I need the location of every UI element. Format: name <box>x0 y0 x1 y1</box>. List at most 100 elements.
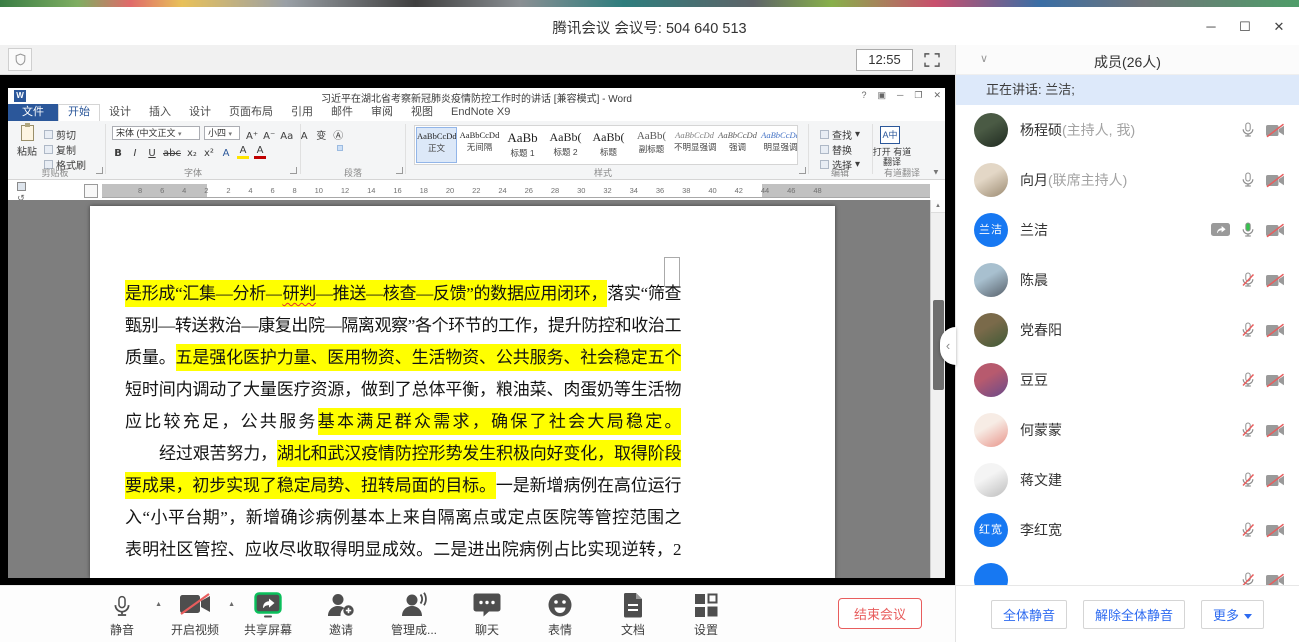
bold-icon[interactable]: B <box>112 148 124 159</box>
settings-button[interactable]: 设置 <box>682 592 730 638</box>
close-icon[interactable]: ✕ <box>1269 17 1289 37</box>
maximize-icon[interactable]: ☐ <box>1235 17 1255 37</box>
camera-off-icon[interactable] <box>1265 573 1285 586</box>
strikethrough-icon[interactable]: abc <box>163 148 181 159</box>
microphone-button[interactable]: 静音▲ <box>98 592 146 638</box>
emoji-button[interactable]: 表情 <box>536 592 584 638</box>
member-row[interactable]: 何蒙蒙 <box>956 405 1299 455</box>
mute-all-button[interactable]: 全体静音 <box>991 600 1067 629</box>
member-row[interactable]: 党春阳 <box>956 305 1299 355</box>
end-meeting-button[interactable]: 结束会议 <box>838 598 922 629</box>
horizontal-ruler[interactable]: 8642246810121416182022242628303234363840… <box>102 184 930 198</box>
word-tab-2[interactable]: 设计 <box>100 104 140 121</box>
grow-font-icon[interactable]: A⁺ <box>246 131 258 142</box>
style-item[interactable]: AaBbCcDd无间隔 <box>459 127 500 163</box>
member-row[interactable]: 向月(联席主持人) <box>956 155 1299 205</box>
multilevel-list-icon[interactable] <box>328 127 332 131</box>
borders-icon[interactable] <box>375 146 379 150</box>
style-item[interactable]: AaBb标题 1 <box>502 127 543 163</box>
member-row[interactable]: 兰洁兰洁 <box>956 205 1299 255</box>
mic-muted-icon[interactable] <box>1240 572 1256 585</box>
word-ribbon-display-icon[interactable]: ▣ <box>877 90 886 101</box>
mic-idle-icon[interactable] <box>1240 122 1256 138</box>
save-icon[interactable] <box>17 182 26 191</box>
document-button[interactable]: 文档 <box>609 592 657 638</box>
sort-icon[interactable] <box>355 127 359 131</box>
font-name-select[interactable]: 宋体 (中文正文 ▾ <box>112 126 200 140</box>
camera-off-icon[interactable] <box>1265 273 1285 288</box>
style-item[interactable]: AaBb(标题 2 <box>545 127 586 163</box>
minimize-icon[interactable]: ─ <box>1201 17 1221 37</box>
underline-icon[interactable]: U <box>146 148 158 159</box>
superscript-icon[interactable]: x² <box>203 148 215 159</box>
collapse-ribbon-icon[interactable]: ▲ <box>932 168 940 177</box>
bullets-icon[interactable] <box>310 127 314 131</box>
line-spacing-icon[interactable] <box>357 146 361 150</box>
highlight-color-icon[interactable]: A <box>237 145 249 159</box>
change-case-icon[interactable]: Aa <box>280 131 293 142</box>
more-button[interactable]: 更多 <box>1201 600 1264 629</box>
camera-off-icon[interactable] <box>1265 323 1285 338</box>
camera-off-icon[interactable] <box>1265 473 1285 488</box>
word-tab-8[interactable]: 审阅 <box>362 104 402 121</box>
word-minimize-icon[interactable]: ─ <box>897 90 903 101</box>
word-tab-5[interactable]: 页面布局 <box>220 104 282 121</box>
youdao-translate-icon[interactable]: A中 <box>880 126 900 144</box>
word-tab-6[interactable]: 引用 <box>282 104 322 121</box>
word-tab-3[interactable]: 插入 <box>140 104 180 121</box>
mic-muted-icon[interactable] <box>1240 372 1256 388</box>
unmute-all-button[interactable]: 解除全体静音 <box>1083 600 1185 629</box>
copy-button[interactable]: 复制 <box>44 142 76 157</box>
mic-muted-icon[interactable] <box>1240 272 1256 288</box>
paragraph-dialog-launcher-icon[interactable] <box>396 167 403 174</box>
word-tab-1[interactable]: 开始 <box>58 104 100 121</box>
word-restore-icon[interactable]: ❐ <box>914 90 922 101</box>
member-row[interactable]: 陈晨 <box>956 255 1299 305</box>
mic-speaking-icon[interactable] <box>1240 222 1256 238</box>
word-tab-7[interactable]: 邮件 <box>322 104 362 121</box>
invite-button[interactable]: 邀请 <box>317 592 365 638</box>
camera-off-button[interactable]: 开启视频▲ <box>171 592 219 638</box>
chat-button[interactable]: 聊天 <box>463 592 511 638</box>
fullscreen-icon[interactable] <box>919 49 944 71</box>
youdao-open-button[interactable]: 打开 有道翻译 <box>870 147 914 167</box>
camera-off-icon[interactable] <box>1265 223 1285 238</box>
style-item[interactable]: AaBb(标题 <box>588 127 629 163</box>
member-row[interactable]: 杨程硕(主持人, 我) <box>956 105 1299 155</box>
mic-muted-icon[interactable] <box>1240 422 1256 438</box>
font-size-select[interactable]: 小四 ▾ <box>204 126 240 140</box>
italic-icon[interactable]: I <box>129 148 141 159</box>
font-dialog-launcher-icon[interactable] <box>290 167 297 174</box>
subscript-icon[interactable]: x₂ <box>186 148 198 159</box>
justify-icon[interactable] <box>337 145 343 151</box>
style-item[interactable]: AaBbCcDd不明显强调 <box>674 127 715 163</box>
options-caret-icon[interactable]: ▲ <box>228 601 235 608</box>
word-tab-10[interactable]: EndNote X9 <box>442 104 519 121</box>
cut-button[interactable]: 剪切 <box>44 127 76 142</box>
camera-off-icon[interactable] <box>1265 523 1285 538</box>
mic-muted-icon[interactable] <box>1240 472 1256 488</box>
tab-selector-icon[interactable] <box>84 184 98 198</box>
distribute-icon[interactable] <box>348 146 352 150</box>
numbering-icon[interactable] <box>319 127 323 131</box>
font-color-icon[interactable]: A <box>254 145 266 159</box>
camera-off-icon[interactable] <box>1265 373 1285 388</box>
document-text[interactable]: 是形成“汇集—分析—研判—推送—核查—反馈”的数据应用闭环，落实“筛查甄别—转送… <box>125 278 681 566</box>
shrink-font-icon[interactable]: A⁻ <box>263 131 275 142</box>
style-item[interactable]: AaBbCcDd明显强调 <box>760 127 798 163</box>
manage-members-button[interactable]: 管理成... <box>390 592 438 638</box>
camera-off-icon[interactable] <box>1265 423 1285 438</box>
word-scrollbar[interactable]: ▲ <box>930 200 945 578</box>
member-list[interactable]: 杨程硕(主持人, 我)向月(联席主持人)兰洁兰洁陈晨党春阳豆豆何蒙蒙蒋文建红宽李… <box>956 105 1299 585</box>
mic-muted-icon[interactable] <box>1240 322 1256 338</box>
member-row[interactable]: 蒋文建 <box>956 455 1299 505</box>
paste-button[interactable]: 粘贴 <box>14 125 40 158</box>
mic-muted-icon[interactable] <box>1240 522 1256 538</box>
mic-idle-icon[interactable] <box>1240 172 1256 188</box>
scroll-up-icon[interactable]: ▲ <box>931 200 945 213</box>
decrease-indent-icon[interactable] <box>337 127 341 131</box>
text-effects-icon[interactable]: A <box>220 148 232 159</box>
member-row[interactable] <box>956 555 1299 585</box>
style-item[interactable]: AaBb(副标题 <box>631 127 672 163</box>
word-help-icon[interactable]: ? <box>861 90 866 101</box>
